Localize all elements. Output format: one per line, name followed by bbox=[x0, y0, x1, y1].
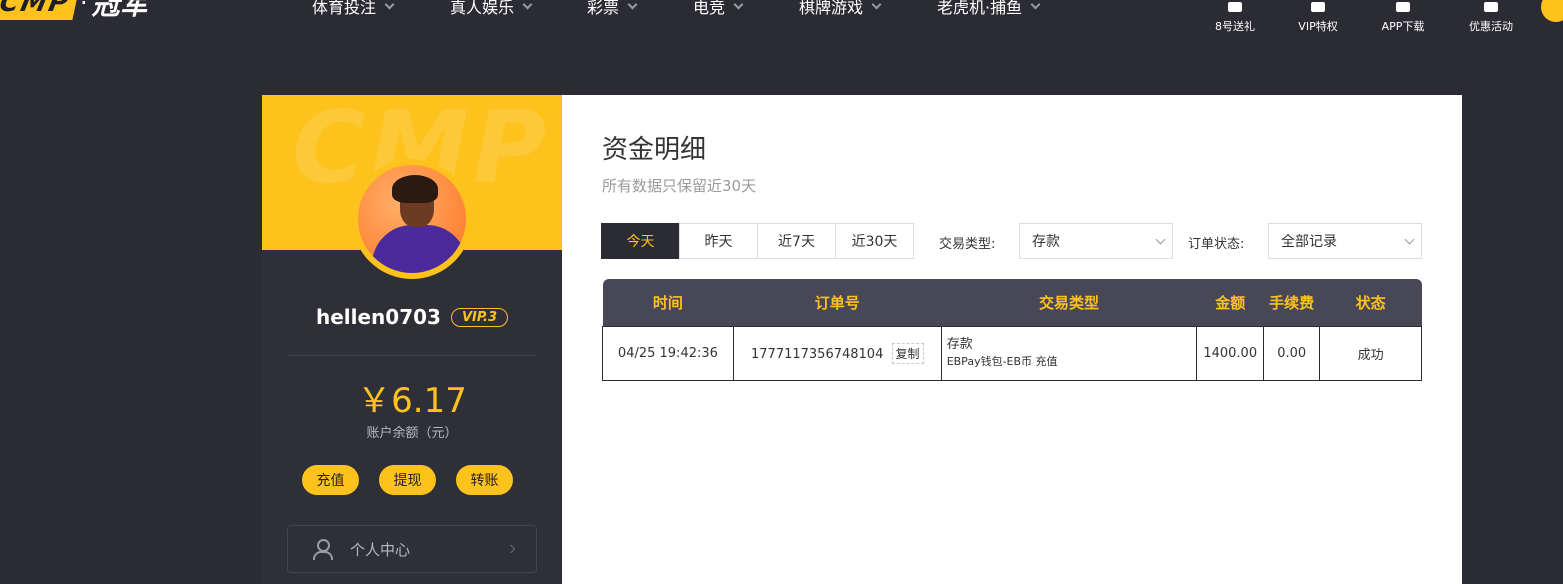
quick-link-promotions[interactable]: 优惠活动 bbox=[1456, 0, 1526, 34]
logo-text: 冠军 bbox=[91, 0, 148, 21]
column-header-type: 交易类型 bbox=[941, 279, 1197, 326]
nav-item-label: 真人娱乐 bbox=[450, 0, 515, 17]
quick-link-app[interactable]: APP下载 bbox=[1368, 0, 1438, 34]
cell-amount: 1400.00 bbox=[1196, 325, 1265, 381]
chevron-down-icon bbox=[1155, 234, 1166, 245]
column-header-order-no: 订单号 bbox=[733, 279, 942, 326]
table-row: 04/25 19:42:36 1777117356748104 复制 存款 EB… bbox=[602, 325, 1422, 381]
quick-link-label: 8号送礼 bbox=[1215, 20, 1255, 33]
column-header-time: 时间 bbox=[602, 279, 734, 326]
nav-item-lottery[interactable]: 彩票 bbox=[587, 0, 638, 18]
page-subtitle: 所有数据只保留近30天 bbox=[602, 177, 757, 195]
nav-item-card-games[interactable]: 棋牌游戏 bbox=[799, 0, 882, 18]
quick-link-label: VIP特权 bbox=[1298, 20, 1338, 33]
logo-dot: · bbox=[80, 0, 88, 17]
user-icon bbox=[312, 539, 333, 560]
order-status-value: 全部记录 bbox=[1281, 234, 1337, 250]
order-status-label: 订单状态: bbox=[1188, 237, 1245, 252]
chevron-down-icon bbox=[871, 0, 882, 9]
vip-badge[interactable]: VIP.3 bbox=[450, 307, 509, 327]
gift-icon bbox=[1228, 2, 1242, 12]
chevron-down-icon bbox=[1404, 234, 1415, 245]
nav-item-live-casino[interactable]: 真人娱乐 bbox=[450, 0, 533, 18]
user-info: hellen0703 VIP.3 bbox=[262, 305, 562, 329]
nav-item-sports[interactable]: 体育投注 bbox=[312, 0, 395, 18]
nav-item-slots-fishing[interactable]: 老虎机·捕鱼 bbox=[937, 0, 1041, 18]
quick-link-gift[interactable]: 8号送礼 bbox=[1200, 0, 1270, 34]
crown-icon bbox=[1311, 2, 1325, 12]
quick-link-vip[interactable]: VIP特权 bbox=[1283, 0, 1353, 34]
tab-today[interactable]: 今天 bbox=[601, 223, 680, 259]
fund-details-panel: 资金明细 所有数据只保留近30天 今天 昨天 近7天 近30天 交易类型: 存款… bbox=[562, 95, 1462, 584]
cell-status: 成功 bbox=[1319, 325, 1422, 381]
transaction-type-select[interactable]: 存款 bbox=[1019, 223, 1173, 259]
type-detail: EBPay钱包-EB币 充值 bbox=[946, 355, 1058, 368]
chevron-down-icon bbox=[522, 0, 533, 9]
divider bbox=[287, 355, 537, 356]
page-title: 资金明细 bbox=[602, 135, 707, 165]
order-number: 1777117356748104 bbox=[751, 346, 884, 362]
username: hellen0703 bbox=[315, 305, 441, 329]
chevron-right-icon bbox=[506, 544, 516, 554]
grid-icon bbox=[1484, 2, 1498, 12]
column-header-status: 状态 bbox=[1319, 279, 1422, 326]
transfer-button[interactable]: 转账 bbox=[456, 465, 513, 495]
logo[interactable]: CMP · 冠军 bbox=[0, 0, 148, 21]
date-range-tabs: 今天 昨天 近7天 近30天 bbox=[601, 223, 914, 259]
account-balance: ￥6.17 bbox=[357, 381, 467, 421]
nav-item-label: 体育投注 bbox=[312, 0, 377, 17]
sidebar-item-label: 个人中心 bbox=[350, 540, 411, 559]
nav-item-label: 老虎机·捕鱼 bbox=[937, 0, 1023, 17]
chevron-down-icon bbox=[1030, 0, 1041, 9]
nav-item-esports[interactable]: 电竞 bbox=[693, 0, 744, 18]
column-header-fee: 手续费 bbox=[1263, 279, 1320, 326]
top-nav: CMP · 冠军 体育投注 真人娱乐 彩票 电竞 棋牌游戏 老虎机·捕鱼 8号送… bbox=[0, 0, 1563, 40]
nav-item-label: 彩票 bbox=[587, 0, 620, 17]
transaction-type-value: 存款 bbox=[1032, 234, 1060, 250]
user-sidebar: CMP hellen0703 VIP.3 ￥6.17 账户余额（元） 充值 提现… bbox=[262, 95, 562, 584]
balance-label: 账户余额（元） bbox=[366, 426, 458, 441]
deposit-button[interactable]: 充值 bbox=[302, 465, 359, 495]
transactions-table: 时间 订单号 交易类型 金额 手续费 状态 04/25 19:42:36 177… bbox=[602, 279, 1422, 381]
tab-yesterday[interactable]: 昨天 bbox=[679, 223, 758, 259]
avatar[interactable] bbox=[352, 159, 472, 279]
cell-order-no: 1777117356748104 复制 bbox=[732, 325, 942, 381]
table-header-row: 时间 订单号 交易类型 金额 手续费 状态 bbox=[602, 279, 1422, 326]
withdraw-button[interactable]: 提现 bbox=[379, 465, 436, 495]
coin-icon[interactable] bbox=[1541, 0, 1563, 22]
logo-mark: CMP bbox=[0, 0, 80, 20]
order-status-select[interactable]: 全部记录 bbox=[1268, 223, 1422, 259]
chevron-down-icon bbox=[384, 0, 395, 9]
nav-item-label: 棋牌游戏 bbox=[799, 0, 864, 17]
cell-fee: 0.00 bbox=[1263, 325, 1321, 381]
cell-time: 04/25 19:42:36 bbox=[602, 325, 734, 381]
chevron-down-icon bbox=[627, 0, 638, 9]
column-header-amount: 金额 bbox=[1196, 279, 1264, 326]
cell-type: 存款 EBPay钱包-EB币 充值 bbox=[940, 325, 1198, 381]
quick-link-label: 优惠活动 bbox=[1469, 20, 1513, 33]
nav-item-label: 电竞 bbox=[693, 0, 726, 17]
tab-7-days[interactable]: 近7天 bbox=[757, 223, 836, 259]
type-name: 存款 bbox=[946, 337, 973, 352]
transaction-type-label: 交易类型: bbox=[939, 237, 996, 252]
sidebar-item-personal-center[interactable]: 个人中心 bbox=[287, 525, 537, 573]
copy-button[interactable]: 复制 bbox=[891, 342, 924, 364]
quick-link-label: APP下载 bbox=[1381, 20, 1425, 33]
chevron-down-icon bbox=[733, 0, 744, 9]
tab-30-days[interactable]: 近30天 bbox=[835, 223, 914, 259]
avatar-image bbox=[358, 165, 466, 273]
phone-icon bbox=[1396, 2, 1410, 12]
